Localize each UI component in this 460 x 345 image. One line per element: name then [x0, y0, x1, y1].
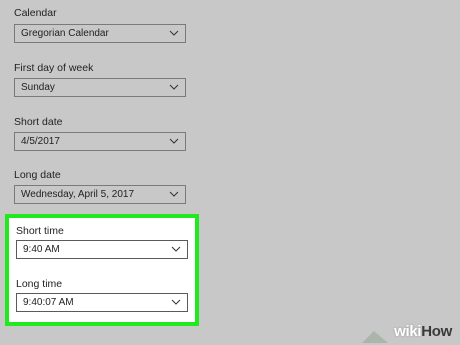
long-time-dropdown[interactable]: 9:40:07 AM: [16, 293, 188, 312]
chevron-down-icon: [169, 138, 179, 144]
chevron-down-icon: [171, 246, 181, 252]
long-date-value: Wednesday, April 5, 2017: [21, 189, 135, 200]
long-time-value: 9:40:07 AM: [23, 297, 74, 308]
watermark-wiki: wiki: [394, 323, 422, 340]
chevron-down-icon: [171, 299, 181, 305]
regional-format-settings-panel: Calendar Gregorian Calendar First day of…: [0, 0, 460, 345]
wikihow-watermark: wikiHow: [394, 323, 452, 340]
calendar-dropdown[interactable]: Gregorian Calendar: [14, 24, 186, 43]
chevron-down-icon: [169, 84, 179, 90]
calendar-label: Calendar: [14, 7, 57, 19]
short-time-value: 9:40 AM: [23, 244, 60, 255]
wikihow-leaf-logo: [362, 331, 388, 343]
first-day-of-week-label: First day of week: [14, 62, 94, 74]
calendar-value: Gregorian Calendar: [21, 28, 109, 39]
short-time-label: Short time: [16, 225, 64, 237]
long-date-dropdown[interactable]: Wednesday, April 5, 2017: [14, 185, 186, 204]
short-date-value: 4/5/2017: [21, 136, 60, 147]
short-date-label: Short date: [14, 116, 63, 128]
short-date-dropdown[interactable]: 4/5/2017: [14, 132, 186, 151]
short-time-dropdown[interactable]: 9:40 AM: [16, 240, 188, 259]
chevron-down-icon: [169, 30, 179, 36]
long-time-label: Long time: [16, 278, 63, 290]
watermark-how: How: [421, 323, 452, 340]
long-date-label: Long date: [14, 169, 61, 181]
first-day-of-week-dropdown[interactable]: Sunday: [14, 78, 186, 97]
time-format-highlight: Short time 9:40 AM Long time 9:40:07 AM: [5, 214, 199, 326]
chevron-down-icon: [169, 191, 179, 197]
first-day-of-week-value: Sunday: [21, 82, 55, 93]
